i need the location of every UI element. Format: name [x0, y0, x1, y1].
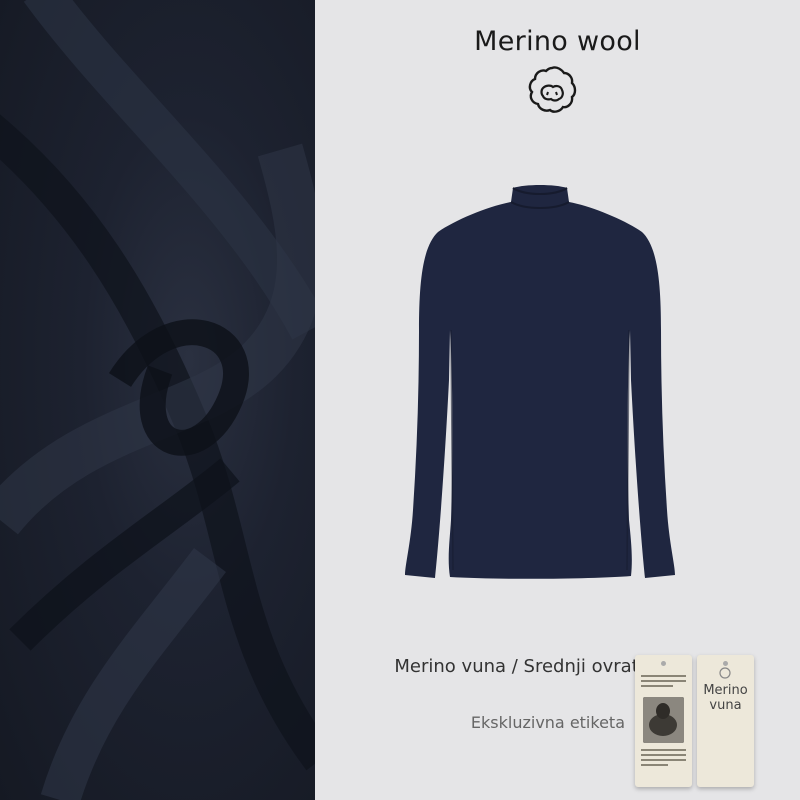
hang-tag-text: Merino vuna: [703, 683, 748, 713]
sheep-icon: [528, 66, 577, 113]
label-note: Ekskluzivna etiketa: [470, 713, 625, 732]
tag-sheep-icon: [719, 667, 731, 679]
headline: Merino wool: [474, 26, 641, 57]
hang-tag-label: Merino vuna: [697, 655, 754, 787]
turtleneck-shirt-image: [405, 185, 675, 579]
hang-tag-image: [635, 655, 692, 787]
fabric-swirl-image: [0, 0, 315, 800]
tag-sheep-photo: [643, 697, 684, 743]
